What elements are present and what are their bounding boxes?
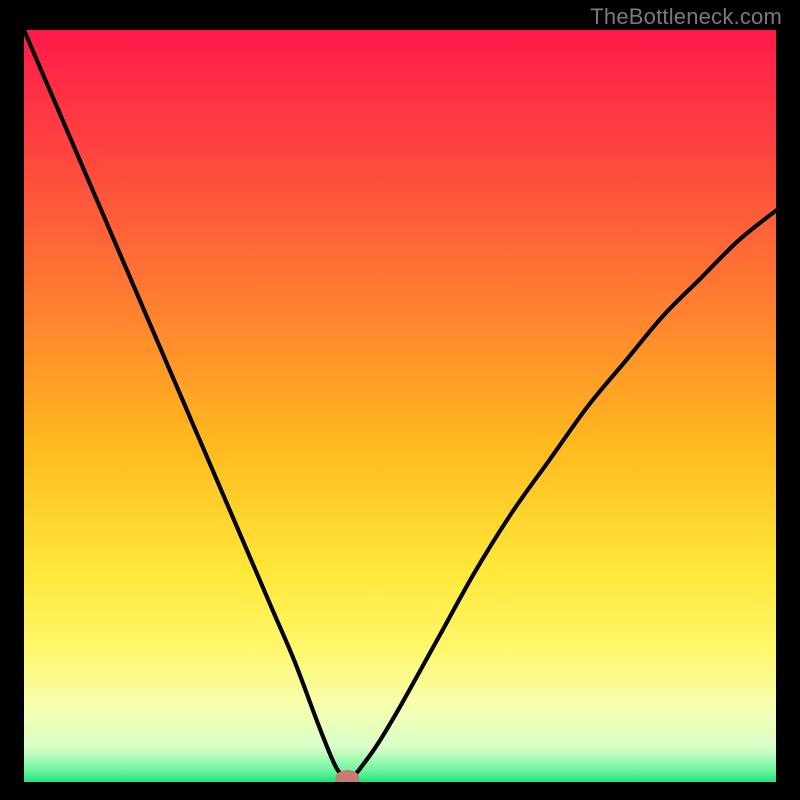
watermark-text: TheBottleneck.com xyxy=(590,4,782,30)
bottleneck-chart xyxy=(24,30,776,782)
chart-frame: TheBottleneck.com xyxy=(0,0,800,800)
plot-area xyxy=(24,30,776,782)
gradient-background xyxy=(24,30,776,782)
